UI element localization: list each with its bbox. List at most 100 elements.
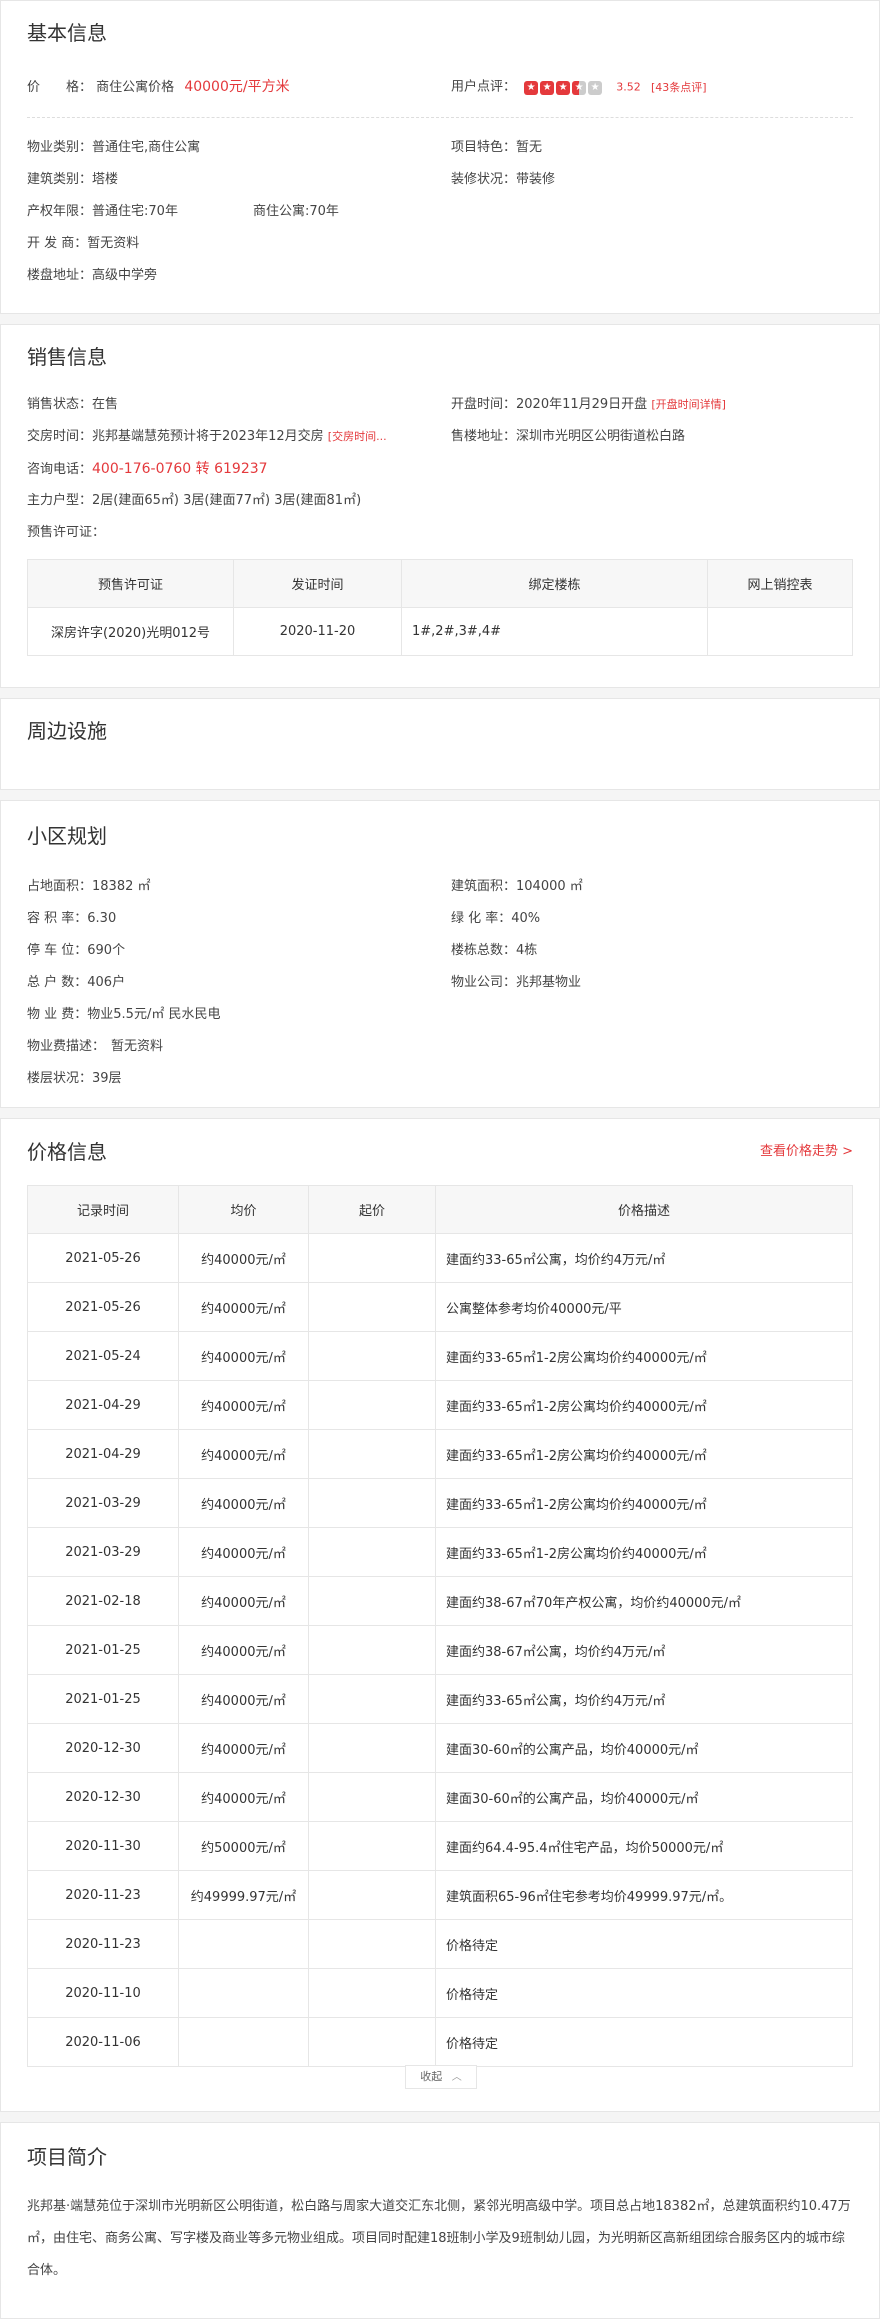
open-detail-link[interactable]: [开盘时间详情]	[651, 398, 726, 411]
developer-label: 开 发 商：	[27, 236, 88, 251]
price-trend-link[interactable]: 查看价格走势 >	[760, 1119, 853, 1185]
table-row: 2020-12-30 约40000元/㎡ 建面30-60㎡的公寓产品，均价40000…	[27, 1723, 853, 1773]
term-label: 产权年限：	[27, 204, 93, 219]
floor-value: 39层	[92, 1071, 122, 1086]
table-row: 2020-11-30 约50000元/㎡ 建面约64.4-95.4㎡住宅产品，均价5…	[27, 1821, 853, 1871]
start-price	[308, 1331, 436, 1381]
record-date: 2020-11-10	[27, 1968, 179, 2018]
table-row: 2021-05-24 约40000元/㎡ 建面约33-65㎡1-2房公寓均价约400…	[27, 1331, 853, 1381]
intro-title: 项目简介	[27, 2145, 107, 2169]
price-desc: 建面约33-65㎡1-2房公寓均价约40000元/㎡	[435, 1331, 853, 1381]
permit-no: 深房许字(2020)光明012号	[27, 607, 234, 656]
rating-label: 用户点评：	[451, 79, 517, 95]
start-price	[308, 1478, 436, 1528]
address-label: 楼盘地址：	[27, 268, 93, 283]
rating-block: 用户点评： ★ ★ ★ ★ ★ 3.52 [43条点评]	[451, 71, 707, 104]
permit-col-header: 发证时间	[233, 559, 402, 608]
start-price	[308, 1282, 436, 1332]
table-row: 2021-03-29 约40000元/㎡ 建面约33-65㎡1-2房公寓均价约400…	[27, 1478, 853, 1528]
green-label: 绿 化 率：	[451, 911, 512, 926]
phone-value[interactable]: 400-176-0760 转 619237	[92, 461, 268, 477]
rating-stars: ★ ★ ★ ★ ★	[524, 71, 604, 103]
address-value: 高级中学旁	[92, 268, 158, 283]
prop-type-value: 普通住宅,商住公寓	[92, 140, 201, 155]
sales-office-value: 深圳市光明区公明街道松白路	[516, 429, 686, 444]
intro-text: 兆邦基·端慧苑位于深圳市光明新区公明街道，松白路与周家大道交汇东北侧，紧邻光明高…	[27, 2199, 851, 2278]
record-date: 2021-01-25	[27, 1625, 179, 1675]
permit-col-header: 网上销控表	[707, 559, 853, 608]
avg-price	[178, 2017, 309, 2067]
table-row: 2021-01-25 约40000元/㎡ 建面约33-65㎡公寓，均价约4万元/㎡	[27, 1674, 853, 1724]
price-title: 价格信息	[27, 1140, 107, 1164]
open-label: 开盘时间：	[451, 397, 517, 412]
price-desc: 建面约33-65㎡1-2房公寓均价约40000元/㎡	[435, 1380, 853, 1430]
plan-row: 占地面积：18382 ㎡ 建筑面积：104000 ㎡	[27, 871, 853, 903]
basic-info-panel: 基本信息 价 格： 商住公寓价格 40000元/平方米 用户点评： ★ ★ ★ ★ ★ …	[0, 0, 880, 314]
plan-row: 容 积 率：6.30 绿 化 率：40%	[27, 903, 853, 935]
plan-title: 小区规划	[27, 824, 107, 848]
sales-info-panel: 销售信息 销售状态：在售 开盘时间：2020年11月29日开盘 [开盘时间详情]…	[0, 324, 880, 688]
record-date: 2020-11-23	[27, 1919, 179, 1969]
decor-label: 装修状况：	[451, 172, 517, 187]
permit-data-row: 深房许字(2020)光明012号 2020-11-20 1#,2#,3#,4#	[27, 607, 853, 656]
avg-price: 约40000元/㎡	[178, 1429, 309, 1479]
start-price	[308, 1380, 436, 1430]
star-icon: ★	[556, 81, 571, 95]
permit-table: 预售许可证 发证时间 绑定楼栋 网上销控表 深房许字(2020)光明012号 2…	[27, 559, 853, 656]
start-price	[308, 1429, 436, 1479]
star-half-icon: ★	[572, 81, 587, 95]
price-col-header: 均价	[178, 1185, 309, 1234]
price-desc: 建面约38-67㎡70年产权公寓，均价约40000元/㎡	[435, 1576, 853, 1626]
price-col-header: 记录时间	[27, 1185, 179, 1234]
start-price	[308, 1625, 436, 1675]
price-col-header: 价格描述	[435, 1185, 853, 1234]
building-count-label: 楼栋总数：	[451, 943, 517, 958]
price-row: 价 格： 商住公寓价格 40000元/平方米 用户点评： ★ ★ ★ ★ ★ 3.52 …	[27, 71, 853, 103]
table-row: 2021-02-18 约40000元/㎡ 建面约38-67㎡70年产权公寓，均价约4…	[27, 1576, 853, 1626]
mgmt-label: 物业公司：	[451, 975, 517, 990]
sales-info-title: 销售信息	[27, 345, 107, 369]
far-label: 容 积 率：	[27, 911, 88, 926]
price-desc: 建面约33-65㎡1-2房公寓均价约40000元/㎡	[435, 1429, 853, 1479]
table-row: 2021-05-26 约40000元/㎡ 公寓整体参考均价40000元/平	[27, 1282, 853, 1332]
price-title-bar: 价格信息 查看价格走势 >	[27, 1119, 853, 1185]
price-col-header: 起价	[308, 1185, 436, 1234]
avg-price: 约40000元/㎡	[178, 1331, 309, 1381]
permit-sales-control[interactable]	[707, 607, 853, 656]
start-price	[308, 1870, 436, 1920]
deliver-value: 兆邦基端慧苑预计将于2023年12月交房	[92, 429, 324, 444]
rating-count-link[interactable]: [43条点评]	[651, 81, 707, 94]
chevron-up-icon: ︿	[451, 2072, 462, 2083]
floor-label: 楼层状况：	[27, 1071, 93, 1086]
price-table: 记录时间 均价 起价 价格描述 2021-05-26 约40000元/㎡ 建面约33…	[27, 1185, 853, 2067]
developer-row: 开 发 商：暂无资料	[27, 228, 853, 260]
address-row: 楼盘地址：高级中学旁	[27, 260, 853, 292]
permit-col-header: 绑定楼栋	[401, 559, 708, 608]
collapse-button[interactable]: 收起 ︿	[405, 2065, 477, 2089]
build-type-label: 建筑类别：	[27, 172, 93, 187]
table-row: 2020-11-06 价格待定	[27, 2017, 853, 2067]
table-row: 2020-12-30 约40000元/㎡ 建面30-60㎡的公寓产品，均价40000…	[27, 1772, 853, 1822]
price-desc: 建面约33-65㎡1-2房公寓均价约40000元/㎡	[435, 1478, 853, 1528]
permit-row: 预售许可证：	[27, 517, 853, 549]
price-desc: 建面30-60㎡的公寓产品，均价40000元/㎡	[435, 1772, 853, 1822]
prop-type-row: 物业类别：普通住宅,商住公寓 项目特色：暂无	[27, 132, 853, 164]
table-row: 2021-01-25 约40000元/㎡ 建面约38-67㎡公寓，均价约4万元/㎡	[27, 1625, 853, 1675]
price-desc: 建面约33-65㎡1-2房公寓均价约40000元/㎡	[435, 1527, 853, 1577]
record-date: 2021-02-18	[27, 1576, 179, 1626]
open-value: 2020年11月29日开盘	[516, 397, 648, 412]
intro-panel: 项目简介 兆邦基·端慧苑位于深圳市光明新区公明街道，松白路与周家大道交汇东北侧，…	[0, 2122, 880, 2319]
avg-price	[178, 1919, 309, 1969]
record-date: 2020-11-23	[27, 1870, 179, 1920]
record-date: 2021-05-26	[27, 1282, 179, 1332]
price-desc: 建面30-60㎡的公寓产品，均价40000元/㎡	[435, 1723, 853, 1773]
table-row: 2020-11-23 价格待定	[27, 1919, 853, 1969]
price-label: 价 格：	[27, 80, 93, 95]
units-row: 主力户型：2居(建面65㎡) 3居(建面77㎡) 3居(建面81㎡)	[27, 485, 853, 517]
units-value: 2居(建面65㎡) 3居(建面77㎡) 3居(建面81㎡)	[92, 493, 362, 508]
permit-label: 预售许可证：	[27, 525, 106, 540]
avg-price	[178, 1968, 309, 2018]
star-icon: ★	[540, 81, 555, 95]
deliver-detail-link[interactable]: [交房时间...	[328, 430, 387, 443]
start-price	[308, 1674, 436, 1724]
